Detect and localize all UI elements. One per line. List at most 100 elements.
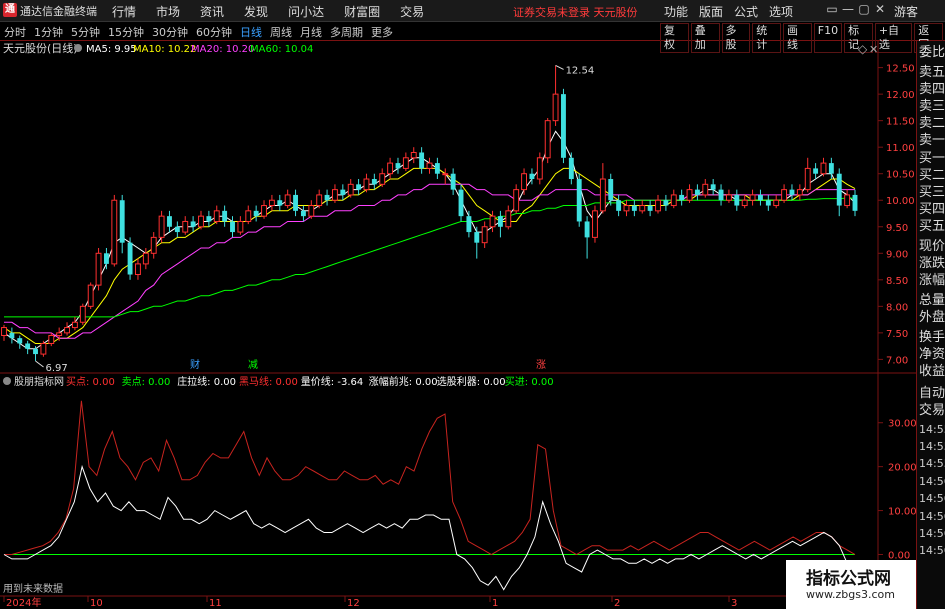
quote-label: 卖一 [919, 133, 945, 148]
candle-body-up [781, 189, 788, 201]
date-tick-label: 2024年 [6, 596, 41, 609]
login-warning[interactable]: 证券交易未登录 天元股份 [513, 4, 638, 20]
candle-body-up [245, 210, 252, 222]
period-tab-intraday[interactable]: 分时 [4, 24, 26, 40]
menu-markets[interactable]: 市场 [156, 3, 180, 20]
period-tab-monthly[interactable]: 月线 [300, 24, 322, 40]
period-tab-5m[interactable]: 5分钟 [71, 24, 100, 40]
candle-body-down [190, 221, 196, 227]
period-tab-daily[interactable]: 日线 [240, 24, 262, 40]
period-tab-more[interactable]: 更多 [371, 24, 393, 40]
candle-body-down [33, 348, 38, 355]
quote-label: 买二 [919, 168, 945, 183]
candle-body-up [481, 226, 488, 244]
watermark-url: www.zbgs3.com [806, 588, 895, 601]
price-tick-label: 10.50 [886, 170, 915, 181]
candle-body-up [379, 173, 386, 185]
menu-trade[interactable]: 交易 [400, 3, 424, 20]
menu-formula[interactable]: 公式 [734, 3, 758, 20]
period-tab-weekly[interactable]: 周线 [270, 24, 292, 40]
guest-button[interactable]: 游客 [894, 3, 918, 20]
tick-time: 14:56 [919, 510, 945, 523]
candle-body-down [222, 210, 228, 222]
candle-body-down [371, 179, 377, 185]
price-tick-label: 7.00 [886, 355, 908, 366]
auto-trade-tab[interactable]: 自动 [919, 386, 945, 402]
indicator-value-label: 量价线: -3.64 [301, 375, 363, 388]
menu-layout[interactable]: 版面 [699, 3, 723, 20]
menu-wealth[interactable]: 财富圈 [344, 3, 380, 20]
quote-label: 买四 [919, 202, 945, 217]
candle-body-down [561, 94, 566, 158]
period-tab-60m[interactable]: 60分钟 [196, 24, 232, 40]
settings-dot-icon[interactable] [74, 44, 82, 52]
candle-body-down [758, 194, 763, 201]
candle-body-down [647, 205, 653, 211]
period-tabs: 分时 1分钟 5分钟 15分钟 30分钟 60分钟 日线 周线 月线 多周期 更… [4, 24, 401, 40]
candle-body-down [450, 173, 456, 190]
candle-body-up [410, 151, 417, 159]
indicator-series-line [4, 400, 856, 556]
candle-body-up [158, 215, 165, 238]
period-tab-30m[interactable]: 30分钟 [152, 24, 188, 40]
candle-body-down [293, 194, 298, 211]
menu-discover[interactable]: 发现 [244, 3, 268, 20]
candle-body-down [631, 205, 637, 211]
indicator-value-label: 买点: 0.00 [66, 376, 115, 388]
period-tab-1m[interactable]: 1分钟 [34, 24, 63, 40]
menu-news[interactable]: 资讯 [200, 3, 224, 20]
right-menu: 功能 版面 公式 选项 [664, 3, 804, 20]
minimize-icon[interactable]: — [840, 2, 856, 16]
menu-ask[interactable]: 问小达 [288, 3, 324, 20]
candle-body-up [213, 210, 220, 222]
period-tab-multi[interactable]: 多周期 [330, 24, 363, 40]
candle-body-down [395, 163, 401, 169]
stock-label: 天元股份(日线) [3, 41, 78, 55]
marker-finance[interactable]: 财 [190, 358, 200, 371]
quote-label: 卖五 [919, 65, 945, 80]
candle-body-down [419, 152, 425, 169]
ma5-label: MA5: 9.95 [86, 44, 137, 55]
candle-body-down [694, 189, 700, 195]
quote-label: 涨幅 [919, 273, 945, 288]
candle-body-down [324, 194, 330, 201]
date-tick-label: 10 [90, 598, 103, 609]
kline-chart-area[interactable]: 天元股份(日线) MA5: 9.95 MA10: 10.22 MA20: 10.… [0, 41, 916, 609]
candle-body-up [71, 321, 78, 329]
candle-body-down [127, 242, 133, 275]
indicator-settings-icon[interactable] [3, 377, 11, 385]
marker-reduce[interactable]: 减 [248, 359, 258, 371]
restore-icon[interactable]: ▭ [824, 2, 840, 16]
trade-tab[interactable]: 交易 [919, 403, 945, 419]
panel-close-icon[interactable]: ✕ [869, 43, 878, 56]
candle-body-up [316, 194, 323, 207]
menu-market[interactable]: 行情 [112, 3, 136, 20]
candle-body-down [608, 179, 614, 201]
ma10-label: MA10: 10.22 [133, 44, 196, 55]
menu-function[interactable]: 功能 [664, 3, 688, 20]
candle-body-down [789, 189, 795, 195]
candle-body-up [95, 252, 102, 286]
tick-time: 14:56 [919, 544, 945, 557]
marker-rise[interactable]: 涨 [536, 359, 546, 371]
indicator-value-label: 黑马线: 0.00 [239, 375, 298, 388]
price-tick-label: 8.00 [886, 302, 908, 313]
candle-body-up [686, 189, 693, 201]
candle-body-up [79, 305, 86, 323]
candle-body-down [679, 194, 685, 201]
candle-body-up [111, 199, 118, 265]
candle-body-down [836, 173, 842, 206]
tick-time: 14:55 [919, 457, 945, 470]
indicator-series-line [3, 464, 856, 591]
candle-body-up [741, 199, 748, 207]
candle-body-up [599, 178, 606, 212]
high-pointer [555, 65, 564, 70]
panel-settings-icon[interactable]: ◇ [858, 42, 868, 56]
maximize-icon[interactable]: ▢ [856, 2, 872, 16]
period-tab-15m[interactable]: 15分钟 [108, 24, 144, 40]
candle-body-up [40, 342, 47, 355]
candle-body-up [639, 205, 646, 212]
close-icon[interactable]: ✕ [872, 2, 888, 16]
menu-options[interactable]: 选项 [769, 3, 793, 20]
candle-body-up [142, 252, 149, 265]
